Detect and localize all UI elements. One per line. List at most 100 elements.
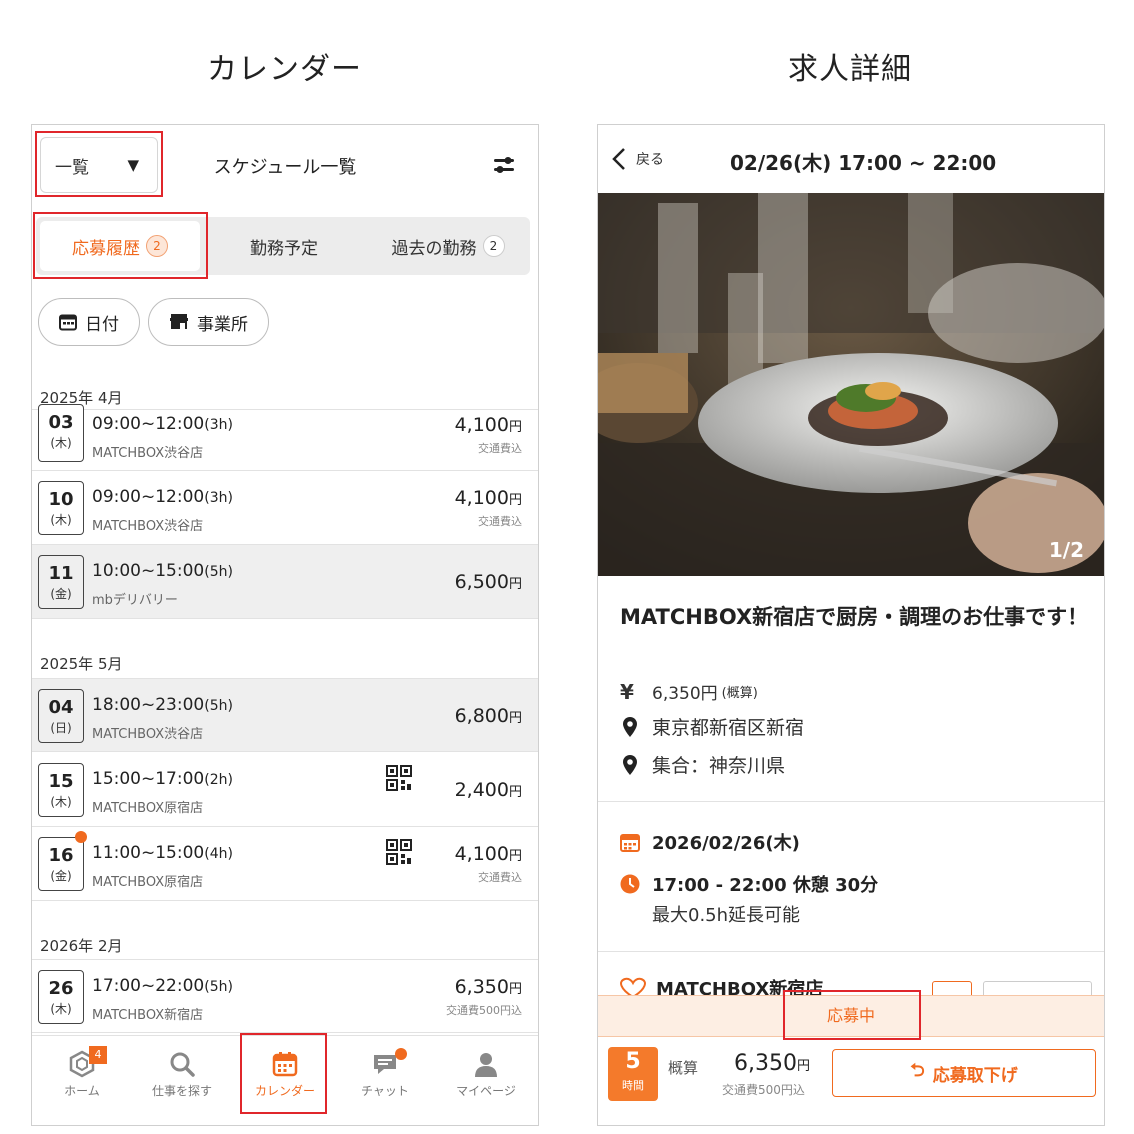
tab-chat[interactable]: チャット xyxy=(335,1036,435,1125)
chip-label: 事業所 xyxy=(197,314,248,335)
workplace: MATCHBOX原宿店 xyxy=(92,875,204,890)
job-header: 戻る 02/26(木) 17:00 ~ 22:00 xyxy=(598,125,1104,193)
day-of-week: (木) xyxy=(50,513,72,527)
tab-scheduled[interactable]: 勤務予定 xyxy=(204,217,364,275)
tab-label: チャット xyxy=(361,1084,409,1098)
withdraw-label: 応募取下げ xyxy=(932,1065,1018,1086)
tab-search[interactable]: 仕事を探す xyxy=(132,1036,232,1125)
wage-note: (概算) xyxy=(721,686,758,701)
workplace: MATCHBOX渋谷店 xyxy=(92,727,204,742)
date-box: 15 (木) xyxy=(38,763,84,817)
notification-badge: 4 xyxy=(89,1046,107,1064)
work-date: 2026/02/26(木) xyxy=(652,833,800,854)
work-time-line: 17:00 - 22:00 休憩 30分 xyxy=(620,871,878,897)
calendar-icon xyxy=(272,1052,298,1077)
divider xyxy=(598,801,1104,802)
shift-time: 10:00~15:00(5h) xyxy=(92,561,233,581)
bottom-tab-bar: ホーム 4 仕事を探す カレンダー チャット マイページ xyxy=(32,1035,538,1125)
qr-code-icon[interactable] xyxy=(386,839,412,865)
schedule-row[interactable]: 10 (木) 09:00~12:00(3h) MATCHBOX渋谷店 4,100… xyxy=(32,471,538,545)
job-detail-screen: 戻る 02/26(木) 17:00 ~ 22:00 1/2 MATCHBOX新宿… xyxy=(597,124,1105,1126)
hours-number: 5 xyxy=(625,1049,641,1074)
date-box: 26 (木) xyxy=(38,970,84,1024)
notification-dot xyxy=(75,831,87,843)
location-pin-icon xyxy=(623,716,637,737)
tab-label: マイページ xyxy=(456,1084,516,1098)
calendar-caption: カレンダー xyxy=(207,52,362,87)
workplace: MATCHBOX原宿店 xyxy=(92,801,204,816)
tab-mypage[interactable]: マイページ xyxy=(436,1036,536,1125)
calendar-icon xyxy=(620,834,640,852)
page-title: 02/26(木) 17:00 ~ 22:00 xyxy=(730,151,997,175)
pay-amount: 6,800円 xyxy=(454,705,522,727)
pay-amount: 4,100円 xyxy=(454,414,522,436)
date-number: 26 xyxy=(48,978,74,999)
wage-line: ¥ 6,350円 (概算) xyxy=(620,679,758,705)
back-label: 戻る xyxy=(636,152,664,168)
application-status-bar: 応募中 xyxy=(598,995,1104,1037)
job-photo-carousel[interactable]: 1/2 xyxy=(598,193,1104,576)
date-number: 16 xyxy=(48,845,74,866)
schedule-row[interactable]: 11 (金) 10:00~15:00(5h) mbデリバリー 6,500円 xyxy=(32,545,538,619)
hours-unit: 時間 xyxy=(622,1079,644,1092)
pay-amount: 4,100円 xyxy=(454,487,522,509)
tab-calendar[interactable]: カレンダー xyxy=(235,1036,335,1125)
workplace: mbデリバリー xyxy=(92,593,178,608)
day-of-week: (木) xyxy=(50,795,72,809)
address-line: 東京都新宿区新宿 xyxy=(620,713,804,740)
user-icon xyxy=(475,1053,497,1077)
count-badge: 2 xyxy=(146,235,168,257)
schedule-row[interactable]: 26 (木) 17:00~22:00(5h) MATCHBOX新宿店 6,350… xyxy=(32,959,538,1033)
month-header: 2026年 2月 xyxy=(40,937,123,955)
estimate-label: 概算 xyxy=(668,1059,699,1077)
estimate-price: 6,350円 xyxy=(734,1051,810,1076)
job-detail-caption: 求人詳細 xyxy=(788,52,912,87)
office-filter-chip[interactable]: 事業所 xyxy=(148,298,269,346)
pay-note: 交通費込 xyxy=(478,515,522,528)
status-label: 応募中 xyxy=(826,1006,875,1025)
schedule-row[interactable]: 16 (金) 11:00~15:00(4h) MATCHBOX原宿店 4,100… xyxy=(32,827,538,901)
withdraw-application-button[interactable]: ⮌ 応募取下げ xyxy=(832,1049,1096,1097)
extension-note: 最大0.5h延長可能 xyxy=(652,905,801,926)
qr-code-icon[interactable] xyxy=(386,765,412,791)
shift-time: 17:00~22:00(5h) xyxy=(92,976,233,996)
workplace: MATCHBOX新宿店 xyxy=(92,1008,204,1023)
schedule-row[interactable]: 15 (木) 15:00~17:00(2h) MATCHBOX原宿店 2,400… xyxy=(32,753,538,827)
tab-home[interactable]: ホーム 4 xyxy=(32,1036,132,1125)
tab-label: ホーム xyxy=(64,1084,100,1098)
date-filter-chip[interactable]: 日付 xyxy=(38,298,140,346)
schedule-row[interactable]: 03 (木) 09:00~12:00(3h) MATCHBOX渋谷店 4,100… xyxy=(32,404,538,471)
photo-counter: 1/2 xyxy=(1048,538,1084,562)
pay-amount: 6,500円 xyxy=(454,571,522,593)
shift-time: 09:00~12:00(3h) xyxy=(92,487,233,507)
meeting-line: 集合：神奈川県 xyxy=(620,751,785,778)
work-time: 17:00 - 22:00 休憩 30分 xyxy=(652,875,879,896)
tab-label: 応募履歴 xyxy=(72,238,140,259)
store-icon xyxy=(170,314,188,329)
date-box: 11 (金) xyxy=(38,555,84,609)
date-number: 11 xyxy=(48,563,74,584)
restaurant-photo xyxy=(598,193,1104,576)
tab-label: 仕事を探す xyxy=(151,1084,212,1098)
date-number: 15 xyxy=(48,771,74,792)
day-of-week: (日) xyxy=(50,721,72,735)
calendar-icon xyxy=(59,314,77,331)
search-icon xyxy=(170,1052,195,1077)
schedule-row[interactable]: 04 (日) 18:00~23:00(5h) MATCHBOX渋谷店 6,800… xyxy=(32,678,538,752)
tab-application-history[interactable]: 応募履歴 2 xyxy=(40,221,200,271)
back-button[interactable]: 戻る xyxy=(610,147,664,171)
tab-past-work[interactable]: 過去の勤務 2 xyxy=(366,217,530,275)
date-box: 04 (日) xyxy=(38,689,84,743)
yen-icon: ¥ xyxy=(620,679,634,704)
notification-dot xyxy=(395,1048,407,1060)
date-number: 10 xyxy=(48,489,74,510)
date-box: 16 (金) xyxy=(38,837,84,891)
date-box: 10 (木) xyxy=(38,481,84,535)
date-number: 04 xyxy=(48,697,74,718)
undo-icon: ⮌ xyxy=(910,1060,925,1081)
page-title: スケジュール一覧 xyxy=(213,157,357,178)
status-segment: 応募履歴 2 勤務予定 過去の勤務 2 xyxy=(36,217,530,275)
filter-icon[interactable] xyxy=(492,153,516,177)
tab-label: 勤務予定 xyxy=(250,238,318,259)
day-of-week: (金) xyxy=(50,869,72,883)
